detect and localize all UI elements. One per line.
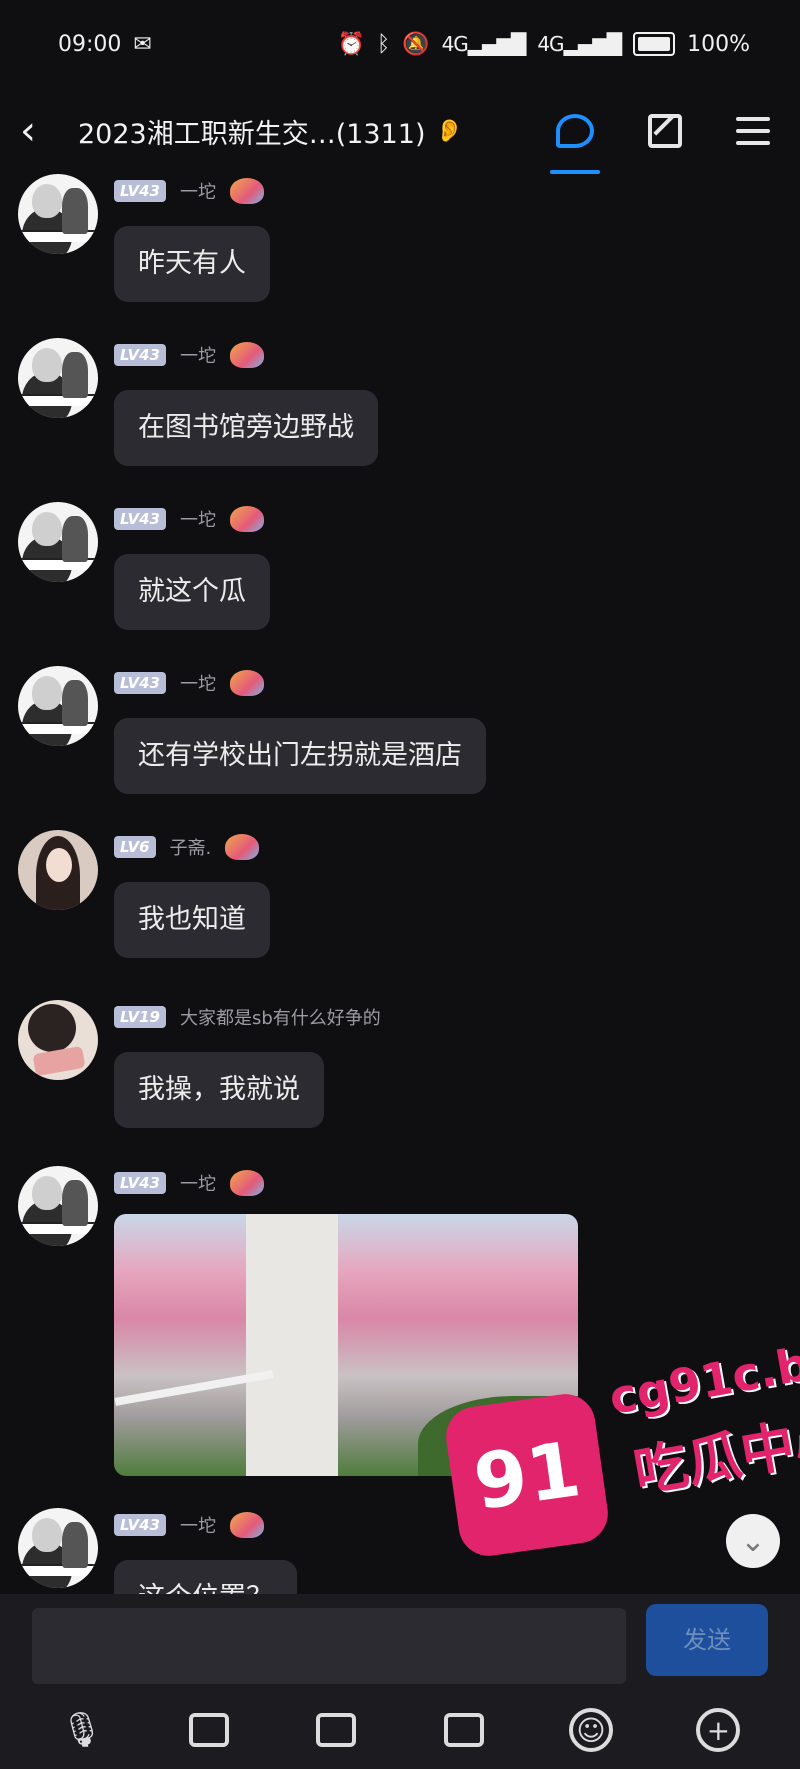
battery-icon — [633, 32, 676, 56]
message-bubble[interactable]: 我操，我就说 — [114, 1052, 324, 1128]
alarm-icon: ⏰ — [337, 31, 365, 57]
composer: 发送 🎙 ☺ + — [0, 1594, 800, 1769]
nav-bar: ‹ 2023湘工职新生交…(1311) 👂 — [0, 88, 800, 174]
message-bubble[interactable]: 就这个瓜 — [114, 554, 270, 630]
status-bar: 09:00 ✉ ⏰ ᛒ 🔕 4G▂▄▆█ 4G▂▄▆█ 100% — [0, 0, 800, 88]
status-time: 09:00 — [58, 31, 122, 57]
nickname[interactable]: 一坨 — [180, 1170, 216, 1196]
flair-icon — [229, 178, 264, 204]
image-icon[interactable] — [187, 1708, 231, 1752]
level-badge: LV43 — [114, 344, 166, 366]
microphone-icon[interactable]: 🎙 — [60, 1708, 104, 1752]
group-title[interactable]: 2023湘工职新生交…(1311) — [78, 112, 426, 151]
message-bubble[interactable]: 昨天有人 — [114, 226, 270, 302]
message-photo[interactable] — [114, 1214, 578, 1476]
flair-icon — [229, 506, 264, 532]
avatar[interactable] — [18, 1000, 98, 1080]
bluetooth-icon: ᛒ — [376, 31, 391, 57]
message-bubble[interactable]: 我也知道 — [114, 882, 270, 958]
composer-toolbar: 🎙 ☺ + — [0, 1700, 800, 1760]
level-badge: LV43 — [114, 1514, 166, 1536]
nickname[interactable]: 一坨 — [180, 178, 216, 204]
edit-icon[interactable] — [648, 114, 682, 148]
nickname[interactable]: 一坨 — [180, 1512, 216, 1538]
level-badge: LV19 — [114, 1006, 166, 1028]
avatar[interactable] — [18, 1508, 98, 1588]
nickname[interactable]: 大家都是sb有什么好争的 — [180, 1004, 381, 1030]
menu-icon[interactable] — [736, 117, 770, 145]
nickname[interactable]: 一坨 — [180, 670, 216, 696]
battery-level: 100% — [687, 31, 750, 57]
flair-icon — [229, 1512, 264, 1538]
nickname[interactable]: 一坨 — [180, 342, 216, 368]
level-badge: LV43 — [114, 672, 166, 694]
level-badge: LV43 — [114, 508, 166, 530]
signal-1: 4G▂▄▆█ — [441, 32, 527, 56]
avatar[interactable] — [18, 338, 98, 418]
nickname[interactable]: 子斋. — [170, 834, 212, 860]
send-button[interactable]: 发送 — [646, 1604, 768, 1676]
back-icon[interactable]: ‹ — [20, 108, 60, 154]
mute-icon: 🔕 — [402, 31, 430, 57]
message-bubble[interactable]: 还有学校出门左拐就是酒店 — [114, 718, 486, 794]
nickname[interactable]: 一坨 — [180, 506, 216, 532]
level-badge: LV43 — [114, 1172, 166, 1194]
level-badge: LV43 — [114, 180, 166, 202]
avatar[interactable] — [18, 502, 98, 582]
message-bubble[interactable]: 在图书馆旁边野战 — [114, 390, 378, 466]
red-envelope-icon[interactable] — [442, 1708, 486, 1752]
avatar[interactable] — [18, 830, 98, 910]
camera-icon[interactable] — [314, 1708, 358, 1752]
chat-list[interactable]: LV43 一坨 昨天有人 LV43 一坨 在图书馆旁边野战 LV43 一坨 就这… — [0, 174, 800, 1594]
plus-icon[interactable]: + — [696, 1708, 741, 1752]
ear-icon: 👂 — [435, 118, 463, 144]
flair-icon — [229, 670, 264, 696]
avatar[interactable] — [18, 1166, 98, 1246]
signal-2: 4G▂▄▆█ — [537, 32, 622, 56]
emoji-icon[interactable]: ☺ — [568, 1708, 613, 1752]
flair-icon — [225, 834, 260, 860]
chat-tab-icon[interactable] — [550, 114, 600, 174]
scroll-down-button[interactable]: ⌄ — [726, 1514, 780, 1568]
flair-icon — [229, 1170, 264, 1196]
flair-icon — [229, 342, 264, 368]
avatar[interactable] — [18, 174, 98, 254]
avatar[interactable] — [18, 666, 98, 746]
level-badge: LV6 — [114, 836, 156, 858]
message-bubble[interactable]: 这个位置？ — [114, 1560, 297, 1594]
message-input[interactable] — [32, 1608, 626, 1684]
wechat-icon: ✉ — [133, 31, 152, 57]
